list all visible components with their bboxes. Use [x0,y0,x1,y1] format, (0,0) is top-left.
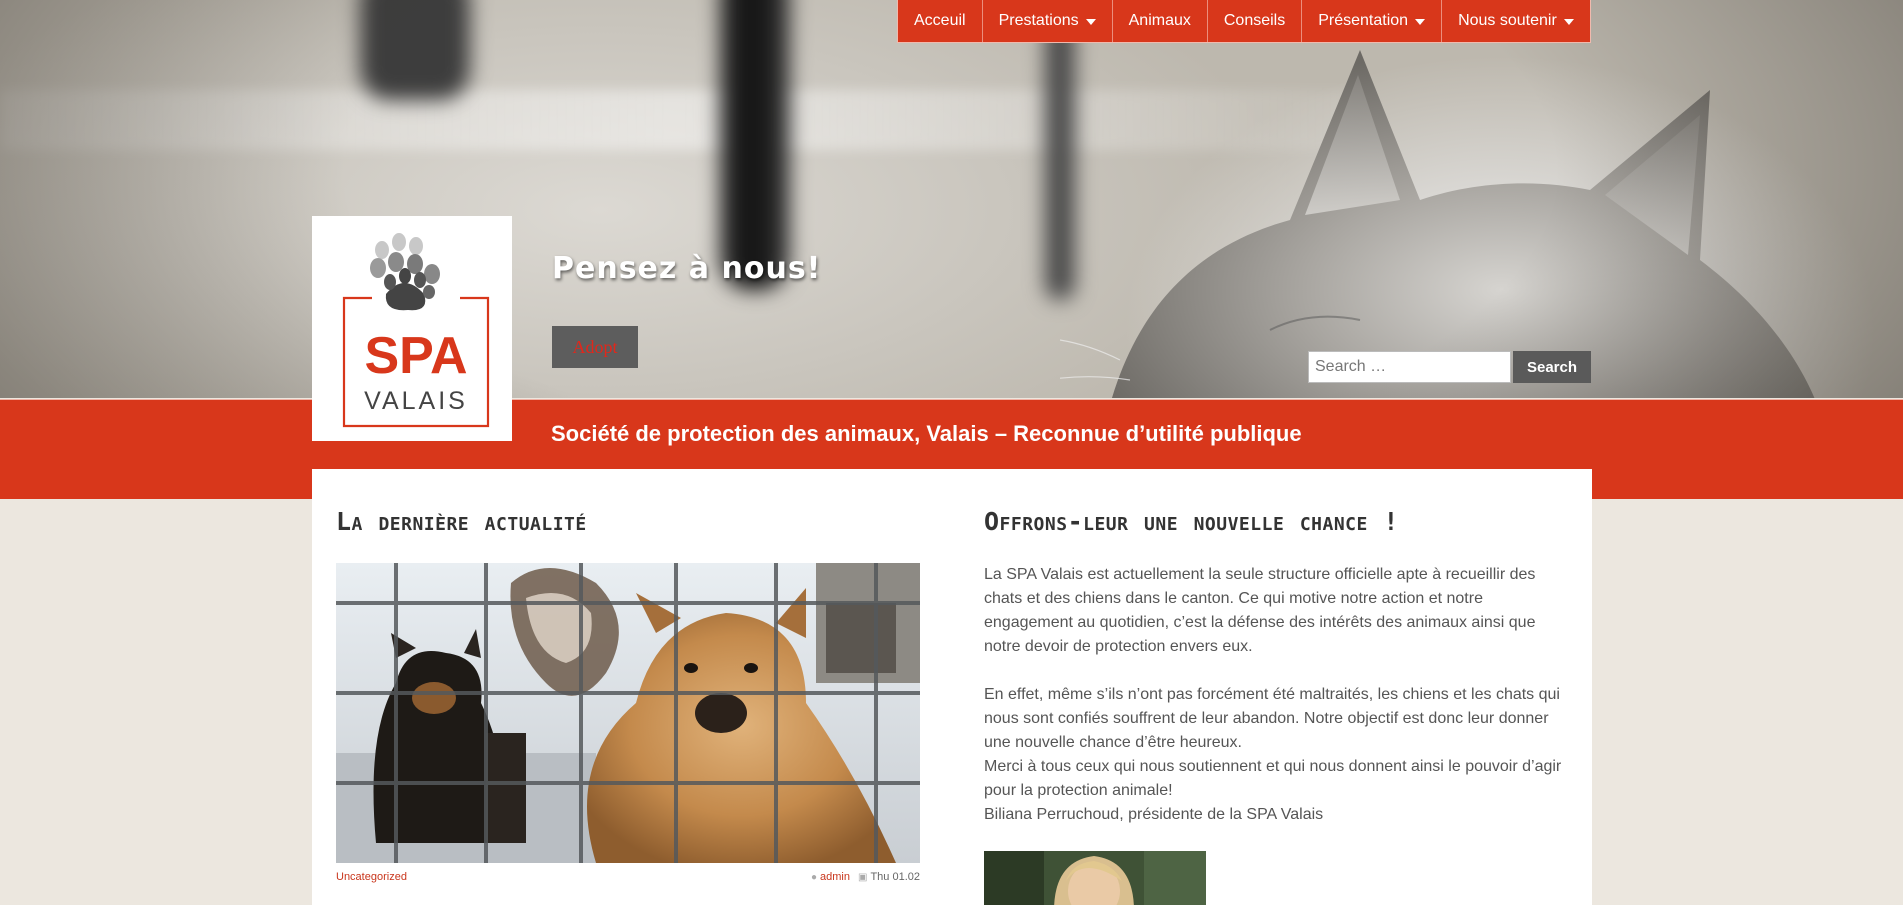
nav-item-label: Nous soutenir [1458,12,1557,29]
caret-down-icon [1085,19,1096,25]
spa-logo-graphic: SPA VALAIS [342,233,490,428]
site-logo[interactable]: SPA VALAIS [312,216,512,441]
paw-icon [370,233,440,311]
nav-item-label: Conseils [1223,12,1286,29]
president-photo-image [984,851,1206,905]
author-meta: ● admin [811,871,850,883]
logo-spa-text: SPA [364,327,467,385]
news-meta: ● admin ▣ Thu 01.02 [811,871,920,883]
logo-valais-text: VALAIS [364,387,468,415]
nav-item-animaux[interactable]: Animaux [1113,0,1208,42]
search-button[interactable]: Search [1513,351,1591,383]
main-content: La dernière actualité Uncategorized ● ad… [312,469,1592,905]
nav-item-label: Présentation [1318,12,1409,29]
nav-item-label: Acceuil [914,12,966,29]
nav-item-label: Animaux [1128,12,1191,29]
nav-item-acceuil[interactable]: Acceuil [898,0,983,42]
calendar-icon: ▣ [858,872,868,883]
president-photo [984,851,1206,905]
date-meta: ▣ Thu 01.02 [858,871,920,883]
caret-down-icon [1563,19,1574,25]
nav-item-conseils[interactable]: Conseils [1208,0,1303,42]
hero-vignette [0,0,1903,398]
latest-news-heading: La dernière actualité [336,507,587,536]
search-input[interactable] [1308,351,1511,383]
intro-signature: Biliana Perruchoud, présidente de la SPA… [984,806,1324,823]
news-image[interactable] [336,563,920,863]
news-category-link[interactable]: Uncategorized [336,871,407,883]
intro-paragraph: La SPA Valais est actuellement la seule … [984,566,1536,655]
main-nav: Acceuil Prestations Animaux Conseils Pré… [897,0,1591,43]
hero-tagline: Pensez à nous! [552,251,822,286]
nav-item-nous-soutenir[interactable]: Nous soutenir [1442,0,1590,42]
intro-text: La SPA Valais est actuellement la seule … [984,563,1568,827]
nav-item-presentation[interactable]: Présentation [1302,0,1443,42]
caret-down-icon [1415,19,1426,25]
dogs-in-cage-image [336,563,920,863]
intro-paragraph: En effet, même s’ils n’ont pas forcément… [984,686,1560,751]
news-date: Thu 01.02 [870,871,920,883]
intro-paragraph: Merci à tous ceux qui nous soutiennent e… [984,758,1562,799]
intro-heading: Offrons-leur une nouvelle chance ! [984,507,1399,536]
nav-item-prestations[interactable]: Prestations [983,0,1113,42]
hero-banner [0,0,1903,398]
nav-item-label: Prestations [998,12,1079,29]
news-author-link[interactable]: admin [820,871,850,883]
adopt-button[interactable]: Adopt [552,326,638,368]
site-description: Société de protection des animaux, Valai… [551,421,1302,446]
user-icon: ● [810,872,818,883]
